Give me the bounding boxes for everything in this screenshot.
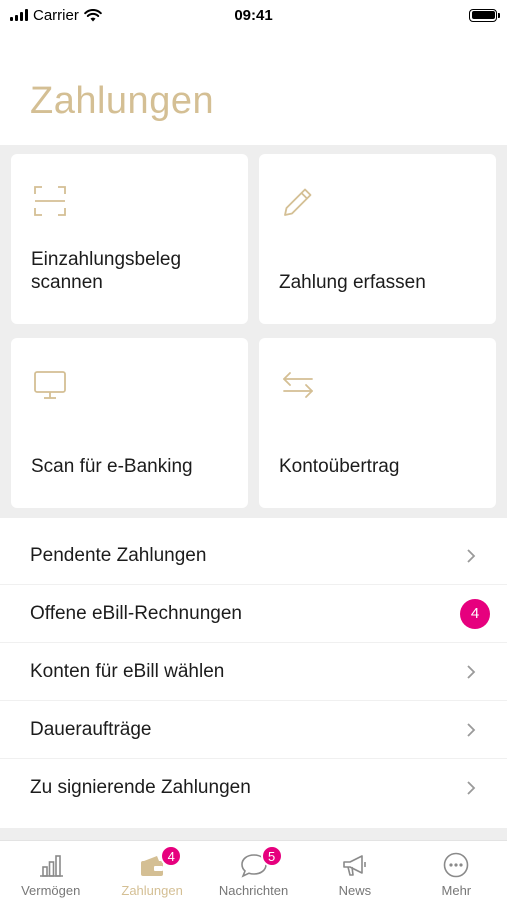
status-bar: Carrier 09:41 — [0, 0, 507, 30]
list-item-payments-to-sign[interactable]: Zu signierende Zahlungen — [0, 759, 507, 817]
list-item-standing-orders[interactable]: Daueraufträge — [0, 701, 507, 759]
battery-icon — [469, 8, 500, 22]
scan-icon — [34, 186, 66, 216]
tab-label: News — [338, 883, 372, 898]
tab-label: Zahlungen — [121, 883, 183, 898]
tile-enter-payment[interactable]: Zahlung erfassen — [259, 154, 496, 324]
tile-label: Einzahlungsbeleg scannen — [31, 249, 182, 293]
chevron-right-icon — [467, 781, 476, 795]
transfer-arrows-icon — [283, 372, 313, 398]
payments-list: Pendente Zahlungen Offene eBill-Rechnung… — [0, 527, 507, 817]
wifi-icon — [84, 8, 102, 21]
chevron-right-icon — [467, 722, 476, 737]
list-item-label: Offene eBill-Rechnungen — [30, 602, 242, 624]
tile-label: Zahlung erfassen — [279, 272, 426, 293]
list-item-label: Konten für eBill wählen — [30, 660, 225, 682]
signal-icon — [10, 9, 28, 21]
tile-account-transfer[interactable]: Kontoübertrag — [259, 338, 496, 508]
carrier-label: Carrier — [33, 6, 79, 24]
tab-label: Nachrichten — [218, 883, 289, 898]
separator — [0, 828, 507, 840]
list-item-label: Daueraufträge — [30, 718, 152, 740]
count-badge: 4 — [460, 598, 490, 629]
status-left: Carrier — [10, 7, 102, 24]
tab-badge: 4 — [160, 845, 183, 867]
tab-bar: Vermögen 4 Zahlungen 5 Nachrichten News … — [0, 840, 507, 900]
more-dots-icon — [444, 852, 469, 878]
tab-nachrichten[interactable]: 5 Nachrichten — [203, 841, 304, 900]
tile-scan-ebanking[interactable]: Scan für e-Banking — [11, 338, 248, 508]
tile-label: Kontoübertrag — [279, 456, 400, 477]
tab-badge: 5 — [260, 845, 283, 867]
list-item-open-ebills[interactable]: Offene eBill-Rechnungen 4 — [0, 585, 507, 643]
tile-scan-slip[interactable]: Einzahlungsbeleg scannen — [11, 154, 248, 324]
page-title: Zahlungen — [30, 80, 215, 122]
megaphone-icon — [343, 855, 366, 876]
chevron-right-icon — [467, 548, 476, 563]
list-item-label: Zu signierende Zahlungen — [30, 777, 251, 798]
tab-vermoegen[interactable]: Vermögen — [0, 841, 101, 900]
bar-chart-icon — [39, 855, 63, 877]
tab-mehr[interactable]: Mehr — [406, 841, 507, 900]
list-item-pending-payments[interactable]: Pendente Zahlungen — [0, 527, 507, 585]
tab-label: Mehr — [441, 883, 472, 898]
action-grid: Einzahlungsbeleg scannen Zahlung erfasse… — [0, 145, 507, 518]
list-item-ebill-accounts[interactable]: Konten für eBill wählen — [0, 643, 507, 701]
pencil-icon — [284, 188, 312, 216]
tab-zahlungen[interactable]: 4 Zahlungen — [101, 841, 202, 900]
monitor-icon — [34, 371, 66, 399]
tab-label: Vermögen — [21, 883, 81, 898]
tile-label: Scan für e-Banking — [31, 456, 193, 477]
chevron-right-icon — [467, 664, 476, 679]
list-item-label: Pendente Zahlungen — [30, 544, 207, 566]
tab-news[interactable]: News — [304, 841, 405, 900]
